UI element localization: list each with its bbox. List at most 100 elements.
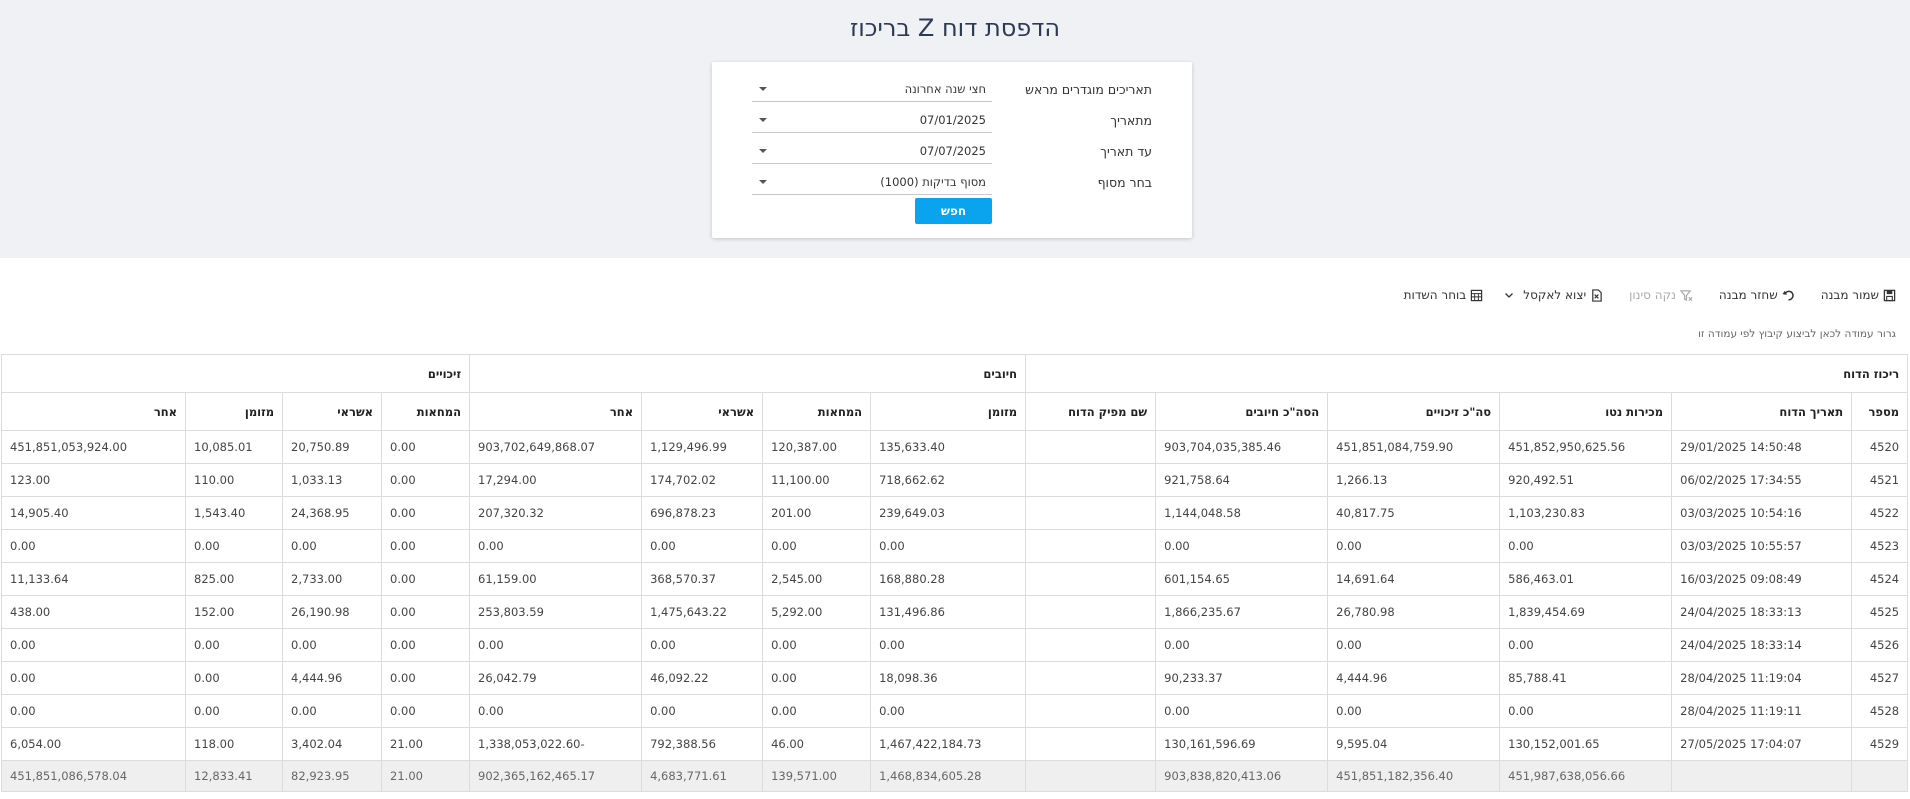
table-row[interactable]: 4528 11:19:11 28/04/2025 0.00 0.00 0.00 0.00 0… [0,694,1909,728]
cell-debit-credit: 0.00 [641,694,764,728]
clear-filter-button[interactable]: נקה סינון [1629,288,1693,302]
terminal-label: בחר מסוף [1097,175,1152,190]
cell-debit-cash: 168,880.28 [870,562,1027,596]
cell-producer-name [1025,430,1157,464]
total-debit-checks: 139,571.00 [762,760,872,792]
cell-debit-credit: 1,475,643.22 [641,595,764,629]
terminal-select[interactable]: מסוף בדיקות (1000) [752,169,992,195]
cell-credit-cash: 10,085.01 [185,430,284,464]
group-header-summary: ריכוז הדוח [1025,354,1909,393]
group-header-debits: חיובים [469,354,1027,393]
cell-debit-checks: 201.00 [762,496,872,530]
cell-report-date: 10:55:57 03/03/2025 [1671,529,1853,563]
cell-debit-cash: 718,662.62 [870,463,1027,497]
cell-debit-checks: 0.00 [762,529,872,563]
column-header-producer-name[interactable]: שם מפיק הדוח [1025,392,1157,431]
cell-total-credits: 1,266.13 [1327,463,1501,497]
column-header-debit-checks[interactable]: המחאות [762,392,872,431]
total-debit-credit: 4,683,771.61 [641,760,764,792]
column-header-debit-other[interactable]: אחר [469,392,643,431]
cell-net-sales: 130,152,001.65 [1499,727,1673,761]
column-header-credit-cash[interactable]: מזומן [185,392,284,431]
field-chooser-button[interactable]: בוחר השדות [1404,288,1484,302]
column-header-credit-credit[interactable]: אשראי [282,392,383,431]
preset-dates-select[interactable]: חצי שנה אחרונה [752,76,992,102]
cell-debit-other: 17,294.00 [469,463,643,497]
table-row[interactable]: 4522 10:54:16 03/03/2025 1,103,230.83 40,81… [0,496,1909,530]
cell-net-sales: 451,852,950,625.56 [1499,430,1673,464]
cell-net-sales: 586,463.01 [1499,562,1673,596]
cell-debit-cash: 131,496.86 [870,595,1027,629]
terminal-row: בחר מסוף מסוף בדיקות (1000) [752,169,1152,195]
cell-debit-cash: 0.00 [870,694,1027,728]
cell-number: 4522 [1851,496,1909,530]
table-row[interactable]: 4520 14:50:48 29/01/2025 451,852,950,625.5… [0,430,1909,464]
table-row[interactable]: 4523 10:55:57 03/03/2025 0.00 0.00 0.00 0.00 0… [0,529,1909,563]
restore-layout-label: שחזר מבנה [1718,288,1778,302]
column-header-report-date[interactable]: תאריך הדוח [1671,392,1853,431]
column-header-debit-credit[interactable]: אשראי [641,392,764,431]
cell-net-sales: 0.00 [1499,529,1673,563]
cell-report-date: 17:04:07 27/05/2025 [1671,727,1853,761]
cell-debit-other: 0.00 [469,694,643,728]
column-header-credit-other[interactable]: אחר [0,392,187,431]
total-debit-cash: 1,468,834,605.28 [870,760,1027,792]
total-debit-other: 902,365,162,465.17 [469,760,643,792]
cell-debit-checks: 2,545.00 [762,562,872,596]
column-header-total-debits[interactable]: הסה"כ חיובים [1155,392,1329,431]
group-header-credits: זיכויים [0,354,471,393]
cell-total-debits: 0.00 [1155,628,1329,662]
search-button[interactable]: חפש [915,198,992,224]
restore-layout-button[interactable]: שחזר מבנה [1719,288,1795,302]
cell-credit-checks: 0.00 [381,661,471,695]
export-options-dropdown[interactable] [1499,289,1515,301]
table-row[interactable]: 4526 18:33:14 24/04/2025 0.00 0.00 0.00 0.00 0… [0,628,1909,662]
table-row[interactable]: 4527 11:19:04 28/04/2025 85,788.41 4,444.96… [0,661,1909,695]
cell-debit-checks: 0.00 [762,628,872,662]
preset-dates-row: תאריכים מוגדרים מראש חצי שנה אחרונה [752,76,1152,102]
to-date-row: עד תאריך 07/07/2025 [752,138,1152,164]
group-header-row: ריכוז הדוח חיובים זיכויים [0,354,1909,393]
column-header-net-sales[interactable]: מכירות נטו [1499,392,1673,431]
total-credit-checks: 21.00 [381,760,471,792]
column-header-number[interactable]: מספר [1851,392,1909,431]
table-row[interactable]: 4525 18:33:13 24/04/2025 1,839,454.69 26,78… [0,595,1909,629]
cell-debit-checks: 11,100.00 [762,463,872,497]
cell-debit-credit: 174,702.02 [641,463,764,497]
column-header-credit-checks[interactable]: המחאות [381,392,471,431]
column-header-total-credits[interactable]: סה"כ זיכויים [1327,392,1501,431]
from-date-row: מתאריך 07/01/2025 [752,107,1152,133]
total-total-credits: 451,851,182,356.40 [1327,760,1501,792]
cell-number: 4526 [1851,628,1909,662]
group-panel-hint[interactable]: גרור עמודה לכאן לביצוע קיבוץ לפי עמודה ז… [1698,328,1896,340]
total-credit-cash: 12,833.41 [185,760,284,792]
cell-producer-name [1025,595,1157,629]
total-net-sales: 451,987,638,056.66 [1499,760,1673,792]
cell-total-credits: 9,595.04 [1327,727,1501,761]
cell-report-date: 14:50:48 29/01/2025 [1671,430,1853,464]
cell-debit-cash: 239,649.03 [870,496,1027,530]
cell-credit-credit: 0.00 [282,694,383,728]
cell-total-debits: 601,154.65 [1155,562,1329,596]
cell-report-date: 18:33:14 24/04/2025 [1671,628,1853,662]
column-chooser-icon [1471,289,1483,301]
cell-debit-credit: 46,092.22 [641,661,764,695]
cell-debit-other: 0.00 [469,529,643,563]
save-layout-button[interactable]: שמור מבנה [1821,288,1896,302]
table-row[interactable]: 4524 09:08:49 16/03/2025 586,463.01 14,691.… [0,562,1909,596]
cell-total-credits: 0.00 [1327,694,1501,728]
export-excel-button[interactable]: יצוא לאקסל [1523,288,1603,302]
cell-credit-checks: 0.00 [381,529,471,563]
cell-debit-checks: 120,387.00 [762,430,872,464]
cell-total-credits: 14,691.64 [1327,562,1501,596]
cell-credit-credit: 2,733.00 [282,562,383,596]
cell-credit-other: 0.00 [0,628,187,662]
grid-panel: שמור מבנה שחזר מבנה נקה סינון יצוא לאקסל… [0,258,1910,799]
column-header-debit-cash[interactable]: מזומן [870,392,1027,431]
table-row[interactable]: 4521 17:34:55 06/02/2025 920,492.51 1,266.1… [0,463,1909,497]
cell-credit-checks: 21.00 [381,727,471,761]
to-date-select[interactable]: 07/07/2025 [752,138,992,164]
table-row[interactable]: 4529 17:04:07 27/05/2025 130,152,001.65 9,5… [0,727,1909,761]
cell-number: 4523 [1851,529,1909,563]
from-date-select[interactable]: 07/01/2025 [752,107,992,133]
